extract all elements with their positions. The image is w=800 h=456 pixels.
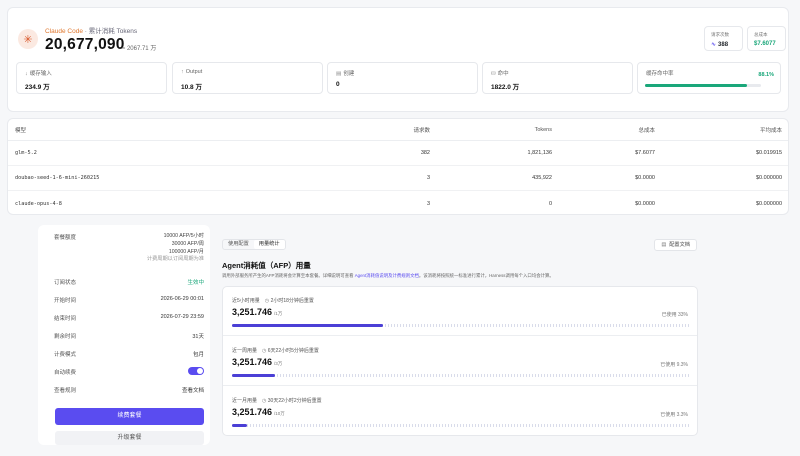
view-docs-link[interactable]: 查看文档 (182, 386, 204, 394)
usage-5h: 近5小时用量 ◷ 2小时18分钟后重置 3,251.746/1万 已使用 33% (223, 287, 697, 336)
clock-icon: ◷ (262, 398, 267, 404)
usage-month: 近一月用量 ◷ 30天22小时2分钟后重置 3,251.746/10万 已使用 3… (223, 387, 697, 436)
usage-week: 近一周用量 ◷ 6天22小时5分钟后重置 3,251.746/3万 已使用 9.3… (223, 337, 697, 386)
request-count-box: 请求次数 ∿ 388 (704, 26, 743, 51)
brand-name: Claude Code (45, 28, 83, 35)
tab-usage-stats[interactable]: 用量统计 (253, 240, 285, 249)
model-usage-table: 模型 请求数 Tokens 总成本 平均成本 glm-5.2 382 1,821… (7, 118, 789, 215)
renew-button[interactable]: 续费套餐 (55, 408, 204, 425)
subscription-panel: 套餐额度 10000 AFP/5小时 30000 AFP/周 100000 AF… (38, 225, 210, 445)
afp-title: Agent消耗值（AFP）用量 (222, 261, 311, 270)
col-avg-cost: 平均成本 (759, 127, 782, 134)
auto-renew-toggle[interactable] (188, 367, 204, 375)
total-cost-value: $7.6077 (754, 41, 776, 47)
total-tokens-approx: ≈ 2067.71 万 (122, 46, 157, 52)
afp-description: 调用外部服务所产生的AFP消耗将会计算至本套餐。详细说明可查看 Agent消耗值… (222, 273, 554, 278)
usage-week-bar-fill (232, 374, 275, 377)
usage-summary-card: ✳ Claude Code · 累计消耗 Tokens 20,677,090 ≈… (7, 7, 789, 112)
col-requests: 请求数 (413, 127, 430, 134)
afp-rules-link[interactable]: Agent消耗值说明及计费规则文档 (355, 273, 419, 278)
col-model: 模型 (15, 127, 27, 134)
total-cost-label: 总成本 (754, 32, 768, 37)
status-badge: 生效中 (187, 280, 204, 286)
quota-lines: 10000 AFP/5小时 30000 AFP/周 100000 AFP/月 计… (146, 233, 204, 263)
usage-5h-bar (232, 324, 690, 327)
document-icon: ▤ (661, 242, 667, 248)
brand-line: Claude Code · 累计消耗 Tokens (45, 28, 138, 35)
request-count-value: ∿ 388 (711, 42, 729, 48)
table-header: 模型 请求数 Tokens 总成本 平均成本 (8, 119, 788, 141)
clock-icon: ◷ (262, 348, 267, 354)
cache-hit-percent: 88.1% (758, 72, 774, 78)
request-count-label: 请求次数 (711, 32, 729, 37)
download-arrow-icon: ↓ (25, 71, 28, 77)
database-icon: ⛁ (491, 71, 496, 77)
table-row: glm-5.2 382 1,821,136 $7.6077 $0.019915 (8, 141, 788, 166)
upgrade-button[interactable]: 升级套餐 (55, 431, 204, 445)
stat-cache-hit-rate: 缓存命中率 88.1% (637, 62, 781, 94)
usage-week-bar (232, 374, 690, 377)
cache-hit-bar (645, 84, 761, 87)
table-row: doubao-seed-1-6-mini-260215 3 435,922 $0… (8, 166, 788, 191)
upload-arrow-icon: ↑ (181, 69, 184, 75)
claude-logo-icon: ✳ (18, 29, 38, 49)
config-doc-button[interactable]: ▤ 配置文档 (654, 239, 697, 251)
afp-usage-panel: 使用配置 用量统计 ▤ 配置文档 Agent消耗值（AFP）用量 调用外部服务所产… (215, 225, 705, 445)
col-tokens: Tokens (534, 126, 552, 133)
afp-usage-list: 近5小时用量 ◷ 2小时18分钟后重置 3,251.746/1万 已使用 33% … (222, 286, 698, 436)
col-cost: 总成本 (638, 127, 655, 134)
activity-icon: ∿ (711, 42, 717, 48)
afp-tabs: 使用配置 用量统计 (222, 239, 286, 250)
tab-usage-config[interactable]: 使用配置 (223, 240, 254, 249)
usage-month-bar-fill (232, 424, 248, 427)
total-cost-box: 总成本 $7.6077 (747, 26, 786, 51)
clock-icon: ◷ (264, 298, 270, 304)
brand-subtitle: 累计消耗 Tokens (88, 28, 138, 35)
document-icon: ▤ (336, 71, 342, 77)
cache-hit-bar-fill (645, 84, 748, 87)
total-tokens: 20,677,090 (45, 36, 125, 53)
stat-hit: ⛁ 命中 1822.0 万 (482, 62, 633, 94)
stat-created: ▤ 创建 0 (327, 62, 478, 94)
stat-output: ↑ Output 10.8 万 (172, 62, 323, 94)
usage-5h-bar-fill (232, 324, 384, 327)
table-row: claude-opus-4-8 3 0 $0.0000 $0.000000 (15, 200, 782, 207)
usage-month-bar (232, 424, 690, 427)
stat-cache-input: ↓ 缓存输入 234.9 万 (16, 62, 167, 94)
